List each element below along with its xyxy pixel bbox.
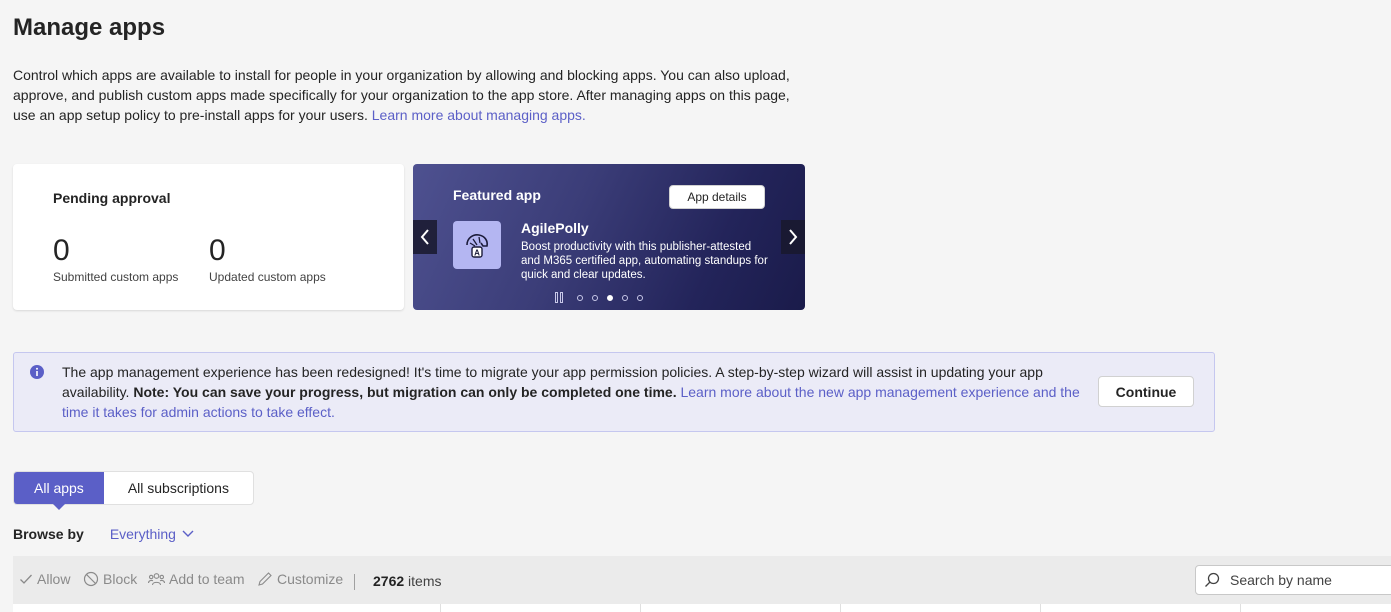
search-icon — [1205, 572, 1220, 587]
apps-toolbar: Allow Block Add to team Customize 2762 i… — [13, 556, 1391, 604]
carousel-next-button[interactable] — [781, 220, 805, 254]
chevron-right-icon — [789, 229, 798, 245]
carousel-prev-button[interactable] — [413, 220, 437, 254]
allow-label: Allow — [37, 571, 71, 587]
pause-icon[interactable] — [555, 292, 567, 304]
banner-message: The app management experience has been r… — [62, 362, 1082, 422]
submitted-count: 0 — [53, 234, 70, 267]
customize-button[interactable]: Customize — [257, 571, 343, 587]
view-tabs: All apps All subscriptions — [13, 471, 254, 510]
column-divider — [840, 604, 841, 612]
learn-more-link[interactable]: Learn more about managing apps. — [372, 107, 586, 123]
carousel-indicators — [555, 292, 647, 304]
featured-app-label: Featured app — [453, 187, 541, 203]
column-divider — [1240, 604, 1241, 612]
column-divider — [1040, 604, 1041, 612]
customize-label: Customize — [277, 571, 344, 587]
info-icon — [30, 365, 44, 379]
submitted-label: Submitted custom apps — [53, 270, 179, 284]
column-divider — [440, 604, 441, 612]
parrot-icon: A — [466, 234, 488, 258]
carousel-dot[interactable] — [591, 295, 598, 301]
continue-button[interactable]: Continue — [1098, 376, 1194, 407]
items-count-label: items — [408, 573, 442, 589]
migration-banner: The app management experience has been r… — [13, 352, 1215, 432]
submitted-stat: 0 Submitted custom apps — [53, 234, 178, 284]
toolbar-divider — [354, 574, 355, 590]
allow-button[interactable]: Allow — [19, 571, 70, 587]
featured-app-description: Boost productivity with this publisher-a… — [521, 241, 768, 281]
carousel-dot[interactable] — [636, 295, 643, 301]
app-details-button[interactable]: App details — [669, 185, 765, 209]
featured-app-name: AgilePolly — [521, 220, 589, 236]
search-box — [1195, 565, 1391, 595]
featured-app-card: Featured app App details A AgilePolly Bo… — [413, 164, 805, 310]
add-to-team-label: Add to team — [169, 571, 245, 587]
page-title: Manage apps — [13, 14, 166, 41]
browse-by-label: Browse by — [13, 526, 84, 542]
tab-all-apps[interactable]: All apps — [14, 472, 104, 510]
browse-by-dropdown[interactable]: Everything — [110, 526, 194, 542]
block-button[interactable]: Block — [83, 571, 137, 587]
updated-label: Updated custom apps — [209, 270, 326, 284]
pending-approval-card: Pending approval 0 Submitted custom apps… — [13, 164, 404, 310]
agilepolly-app-icon: A — [453, 221, 501, 269]
table-header-strip — [13, 604, 1391, 612]
tab-all-subscriptions[interactable]: All subscriptions — [104, 472, 253, 504]
svg-text:A: A — [474, 249, 480, 258]
items-count-number: 2762 — [373, 573, 405, 589]
carousel-dot[interactable] — [606, 295, 613, 301]
pending-approval-title: Pending approval — [53, 190, 171, 206]
people-team-icon — [148, 573, 165, 586]
column-divider — [640, 604, 641, 612]
chevron-left-icon — [420, 229, 429, 245]
page-intro: Control which apps are available to inst… — [13, 65, 803, 125]
block-icon — [83, 571, 99, 587]
updated-count: 0 — [209, 234, 226, 267]
search-input[interactable] — [1228, 571, 1391, 589]
checkmark-icon — [20, 574, 32, 584]
pencil-icon — [258, 572, 272, 586]
carousel-dot[interactable] — [621, 295, 628, 301]
items-count: 2762 items — [373, 573, 442, 589]
add-to-team-button[interactable]: Add to team — [148, 571, 245, 587]
browse-by-row: Browse by Everything — [13, 526, 194, 542]
block-label: Block — [103, 571, 138, 587]
updated-stat: 0 Updated custom apps — [209, 234, 326, 284]
banner-note: Note: You can save your progress, but mi… — [133, 384, 677, 400]
browse-by-value: Everything — [109, 526, 176, 542]
carousel-dot[interactable] — [576, 295, 583, 301]
chevron-down-icon — [182, 530, 194, 537]
